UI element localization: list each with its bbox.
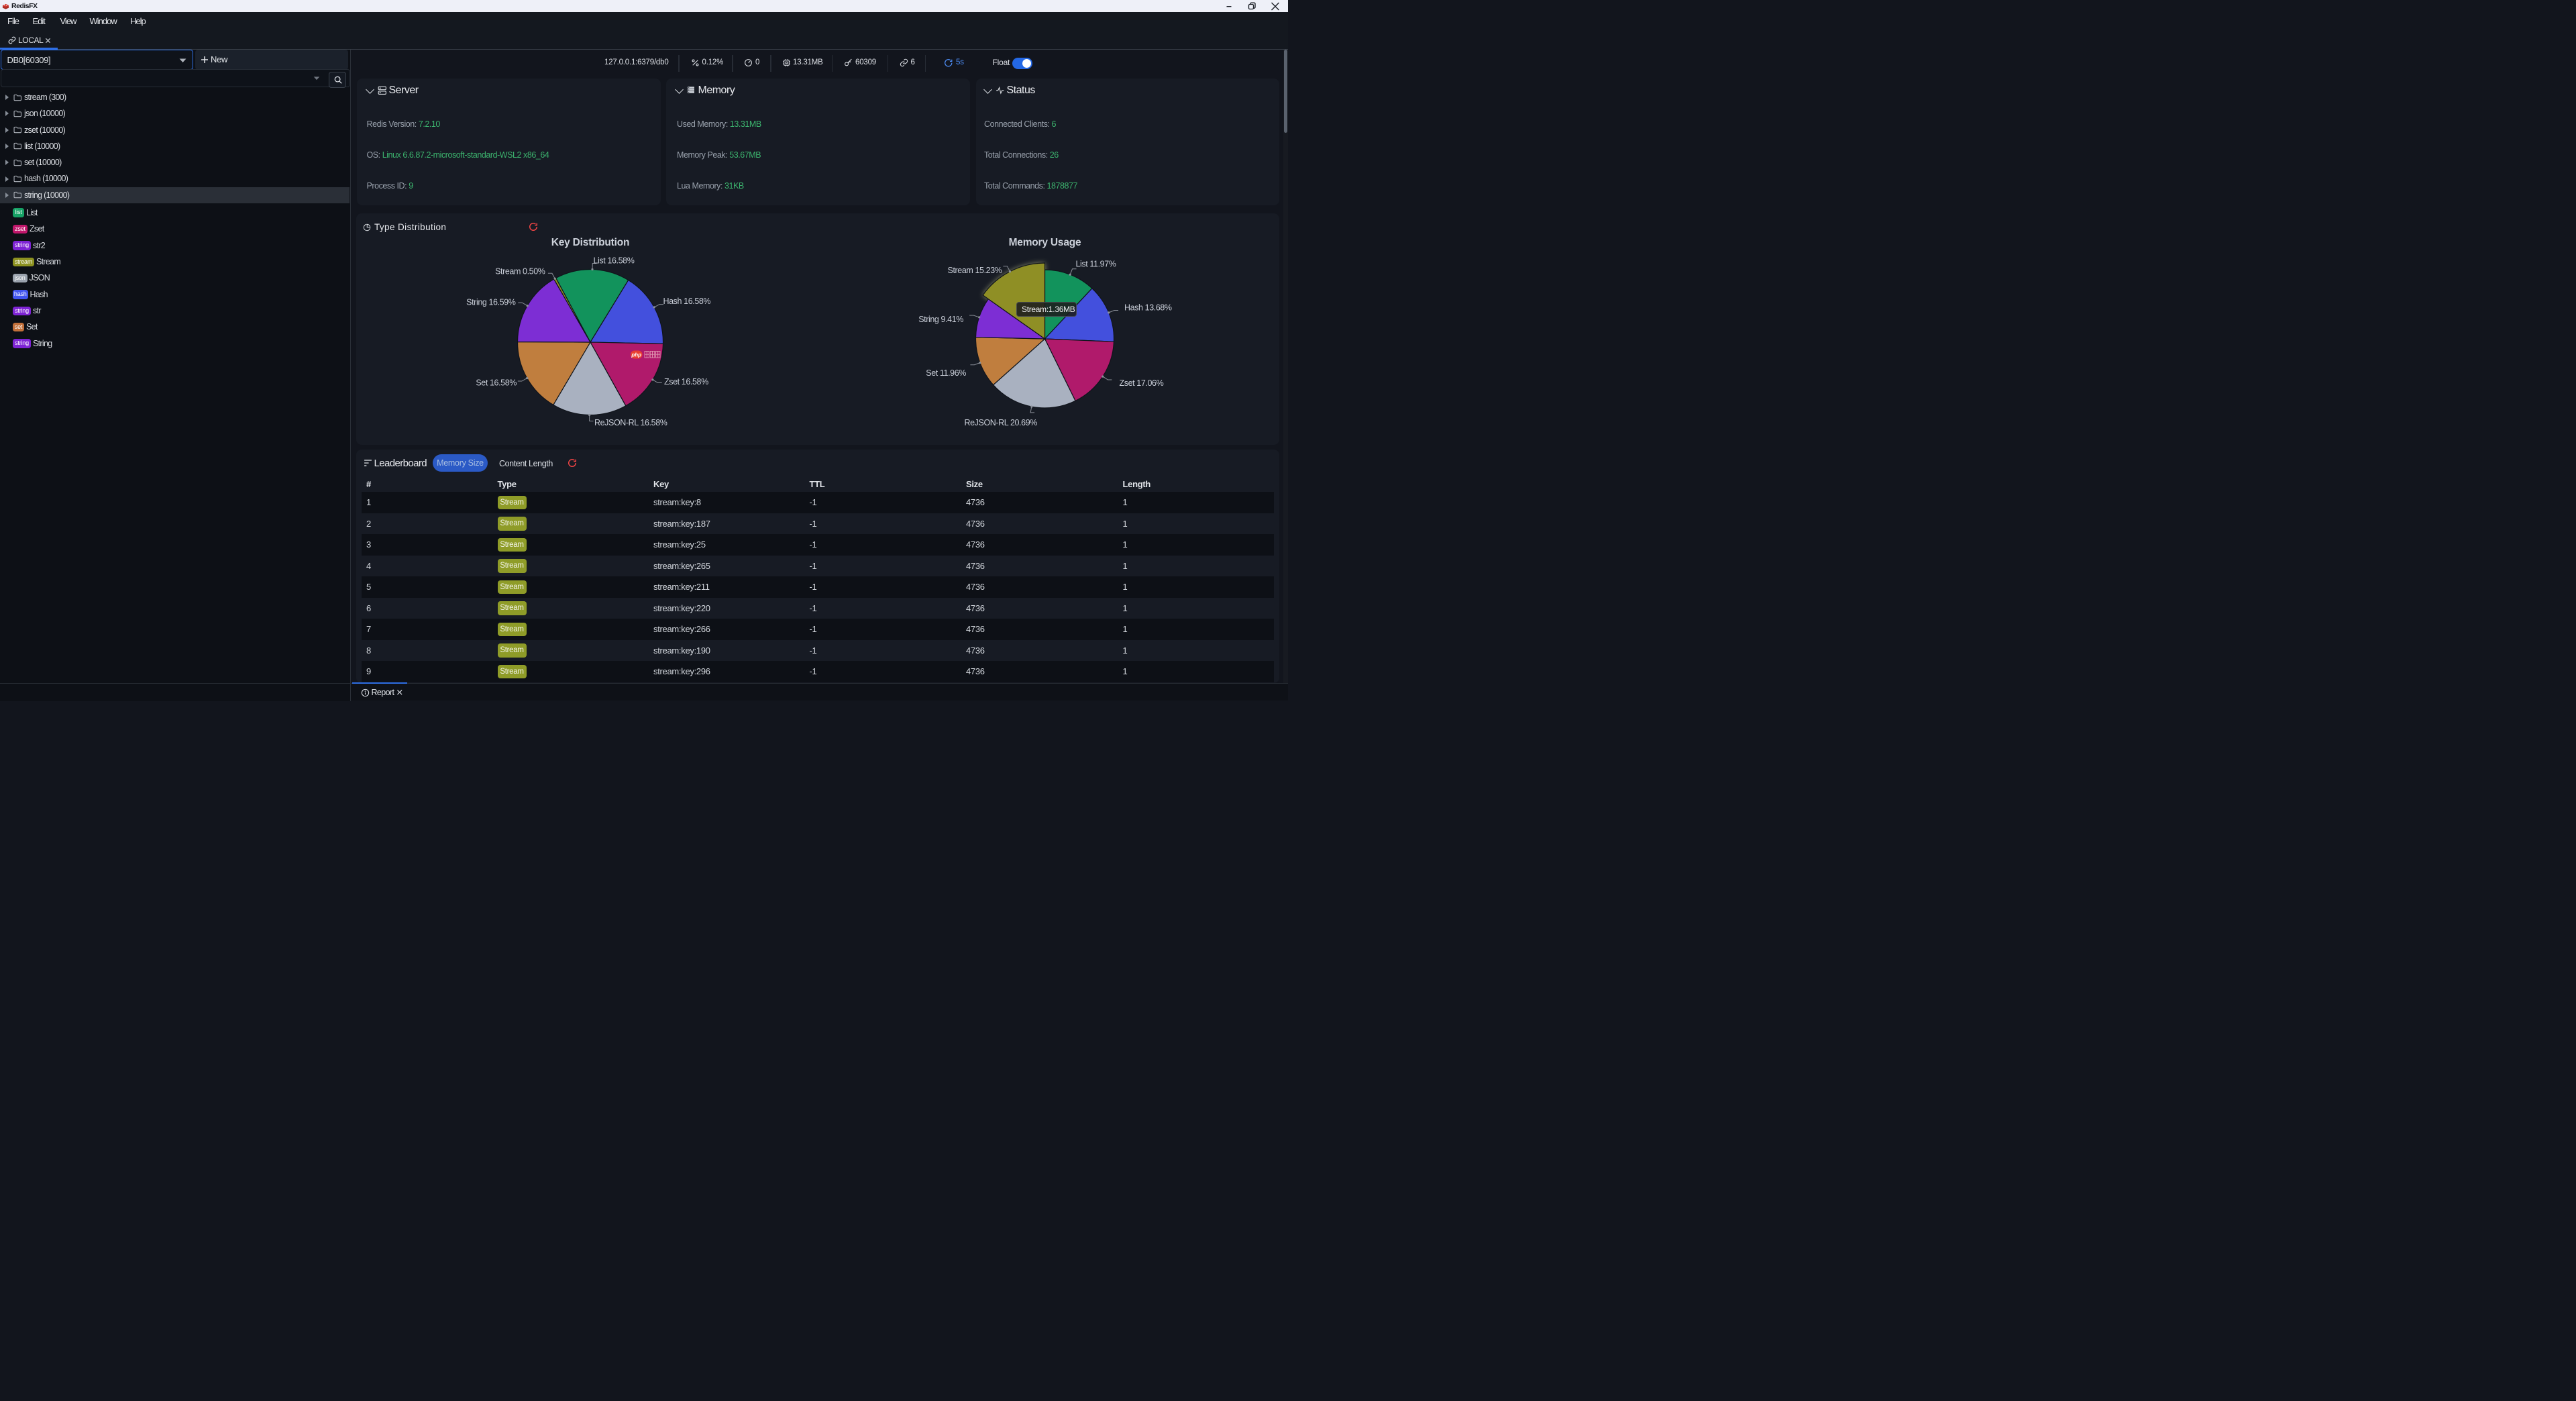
- svg-text:List 16.58%: List 16.58%: [594, 256, 635, 266]
- svg-text:php: php: [631, 352, 641, 358]
- svg-text:ReJSON-RL 20.69%: ReJSON-RL 20.69%: [965, 418, 1038, 427]
- svg-text:Set 16.58%: Set 16.58%: [476, 378, 517, 388]
- svg-text:ReJSON-RL 16.58%: ReJSON-RL 16.58%: [594, 418, 667, 427]
- svg-text:Stream 0.50%: Stream 0.50%: [495, 267, 545, 276]
- svg-text:Hash 16.58%: Hash 16.58%: [663, 297, 711, 306]
- svg-text:Zset 17.06%: Zset 17.06%: [1120, 378, 1164, 388]
- svg-text:List 11.97%: List 11.97%: [1076, 260, 1116, 269]
- svg-text:Stream 15.23%: Stream 15.23%: [948, 266, 1002, 275]
- svg-text:Zset 16.58%: Zset 16.58%: [664, 377, 708, 386]
- svg-text:String 9.41%: String 9.41%: [918, 315, 963, 324]
- svg-text:Memory Usage: Memory Usage: [1009, 237, 1081, 248]
- svg-text:String 16.59%: String 16.59%: [466, 298, 516, 307]
- svg-text:Key Distribution: Key Distribution: [551, 237, 630, 248]
- svg-text:Hash 13.68%: Hash 13.68%: [1124, 303, 1172, 313]
- svg-text:Set 11.96%: Set 11.96%: [926, 368, 966, 378]
